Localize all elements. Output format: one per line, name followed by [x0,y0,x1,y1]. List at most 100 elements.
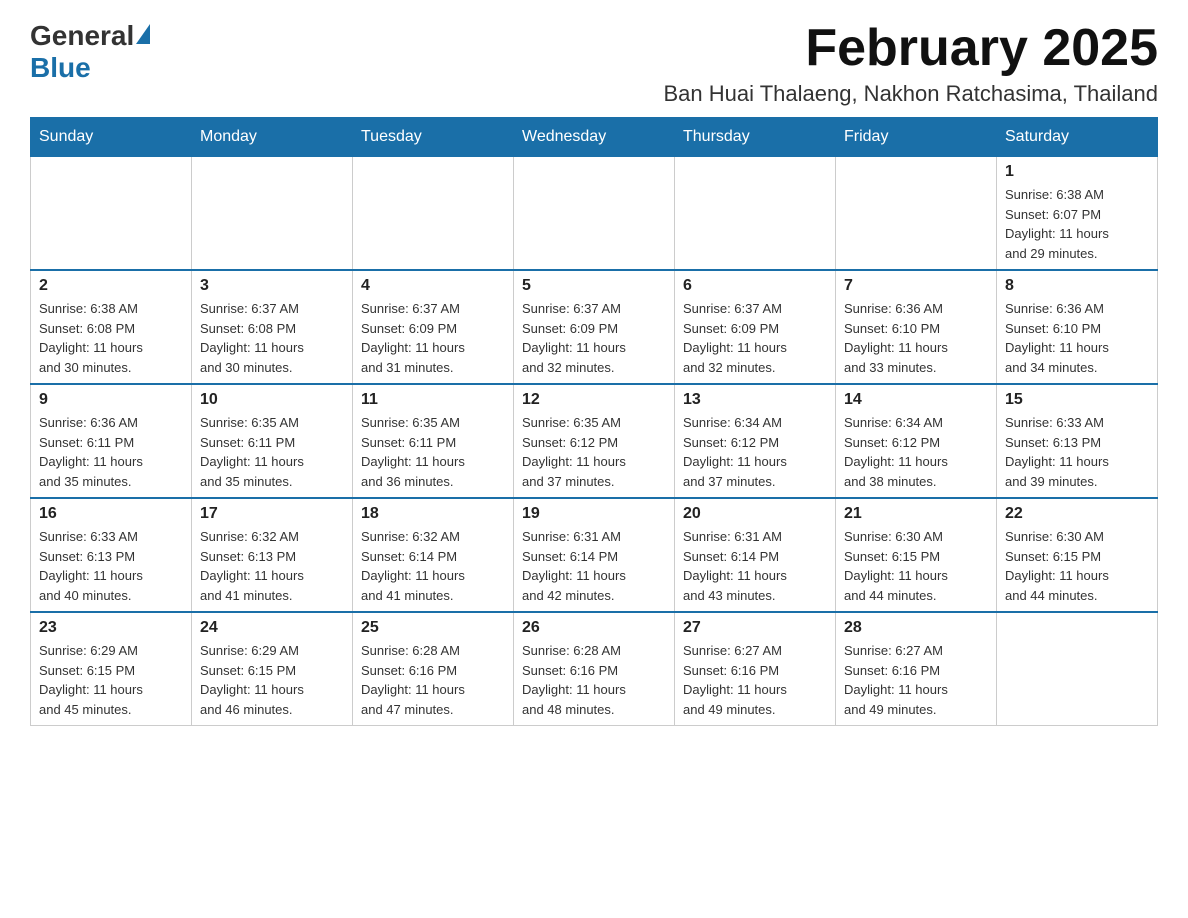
calendar-cell: 28 Sunrise: 6:27 AM Sunset: 6:16 PM Dayli… [836,612,997,726]
calendar-cell [353,157,514,271]
day-info: Sunrise: 6:36 AM Sunset: 6:11 PM Dayligh… [39,413,183,491]
day-number: 14 [844,391,988,409]
day-number: 10 [200,391,344,409]
calendar-cell: 21 Sunrise: 6:30 AM Sunset: 6:15 PM Dayli… [836,498,997,612]
calendar-cell [997,612,1158,726]
weekday-header-tuesday: Tuesday [353,118,514,157]
calendar-cell: 22 Sunrise: 6:30 AM Sunset: 6:15 PM Dayli… [997,498,1158,612]
day-number: 17 [200,505,344,523]
calendar-cell [31,157,192,271]
day-number: 22 [1005,505,1149,523]
calendar-cell [514,157,675,271]
day-number: 23 [39,619,183,637]
title-area: February 2025 Ban Huai Thalaeng, Nakhon … [664,20,1159,107]
day-number: 16 [39,505,183,523]
week-row-2: 2 Sunrise: 6:38 AM Sunset: 6:08 PM Daylig… [31,270,1158,384]
day-number: 27 [683,619,827,637]
logo-blue-text: Blue [30,52,91,83]
day-number: 15 [1005,391,1149,409]
day-info: Sunrise: 6:37 AM Sunset: 6:09 PM Dayligh… [361,299,505,377]
day-number: 28 [844,619,988,637]
day-info: Sunrise: 6:31 AM Sunset: 6:14 PM Dayligh… [683,527,827,605]
calendar-cell [192,157,353,271]
day-info: Sunrise: 6:36 AM Sunset: 6:10 PM Dayligh… [844,299,988,377]
day-info: Sunrise: 6:37 AM Sunset: 6:08 PM Dayligh… [200,299,344,377]
calendar-cell: 17 Sunrise: 6:32 AM Sunset: 6:13 PM Dayli… [192,498,353,612]
day-info: Sunrise: 6:34 AM Sunset: 6:12 PM Dayligh… [844,413,988,491]
day-info: Sunrise: 6:28 AM Sunset: 6:16 PM Dayligh… [361,641,505,719]
day-info: Sunrise: 6:35 AM Sunset: 6:11 PM Dayligh… [200,413,344,491]
calendar-cell: 27 Sunrise: 6:27 AM Sunset: 6:16 PM Dayli… [675,612,836,726]
location-title: Ban Huai Thalaeng, Nakhon Ratchasima, Th… [664,81,1159,107]
day-number: 3 [200,277,344,295]
day-number: 24 [200,619,344,637]
day-info: Sunrise: 6:30 AM Sunset: 6:15 PM Dayligh… [844,527,988,605]
day-info: Sunrise: 6:30 AM Sunset: 6:15 PM Dayligh… [1005,527,1149,605]
calendar-cell: 5 Sunrise: 6:37 AM Sunset: 6:09 PM Daylig… [514,270,675,384]
day-number: 6 [683,277,827,295]
calendar-cell: 15 Sunrise: 6:33 AM Sunset: 6:13 PM Dayli… [997,384,1158,498]
day-info: Sunrise: 6:32 AM Sunset: 6:14 PM Dayligh… [361,527,505,605]
day-info: Sunrise: 6:27 AM Sunset: 6:16 PM Dayligh… [683,641,827,719]
calendar-cell: 20 Sunrise: 6:31 AM Sunset: 6:14 PM Dayli… [675,498,836,612]
calendar-cell: 2 Sunrise: 6:38 AM Sunset: 6:08 PM Daylig… [31,270,192,384]
day-number: 1 [1005,163,1149,181]
month-title: February 2025 [664,20,1159,77]
calendar-cell: 13Sunrise: 6:34 AM Sunset: 6:12 PM Dayli… [675,384,836,498]
day-number: 20 [683,505,827,523]
day-info: Sunrise: 6:29 AM Sunset: 6:15 PM Dayligh… [200,641,344,719]
week-row-3: 9 Sunrise: 6:36 AM Sunset: 6:11 PM Daylig… [31,384,1158,498]
day-info: Sunrise: 6:31 AM Sunset: 6:14 PM Dayligh… [522,527,666,605]
day-number: 21 [844,505,988,523]
day-info: Sunrise: 6:33 AM Sunset: 6:13 PM Dayligh… [1005,413,1149,491]
day-info: Sunrise: 6:38 AM Sunset: 6:07 PM Dayligh… [1005,185,1149,263]
day-number: 7 [844,277,988,295]
day-number: 4 [361,277,505,295]
weekday-header-row: SundayMondayTuesdayWednesdayThursdayFrid… [31,118,1158,157]
calendar-cell: 11 Sunrise: 6:35 AM Sunset: 6:11 PM Dayli… [353,384,514,498]
day-info: Sunrise: 6:34 AM Sunset: 6:12 PM Dayligh… [683,413,827,491]
day-number: 5 [522,277,666,295]
day-number: 25 [361,619,505,637]
calendar-cell: 7 Sunrise: 6:36 AM Sunset: 6:10 PM Daylig… [836,270,997,384]
day-info: Sunrise: 6:32 AM Sunset: 6:13 PM Dayligh… [200,527,344,605]
day-number: 26 [522,619,666,637]
calendar-cell: 24 Sunrise: 6:29 AM Sunset: 6:15 PM Dayli… [192,612,353,726]
calendar-cell: 26Sunrise: 6:28 AM Sunset: 6:16 PM Dayli… [514,612,675,726]
day-info: Sunrise: 6:37 AM Sunset: 6:09 PM Dayligh… [522,299,666,377]
calendar-cell: 3 Sunrise: 6:37 AM Sunset: 6:08 PM Daylig… [192,270,353,384]
day-number: 11 [361,391,505,409]
calendar-cell: 6 Sunrise: 6:37 AM Sunset: 6:09 PM Daylig… [675,270,836,384]
calendar-cell: 23 Sunrise: 6:29 AM Sunset: 6:15 PM Dayli… [31,612,192,726]
day-info: Sunrise: 6:36 AM Sunset: 6:10 PM Dayligh… [1005,299,1149,377]
calendar-table: SundayMondayTuesdayWednesdayThursdayFrid… [30,117,1158,726]
calendar-cell [836,157,997,271]
day-info: Sunrise: 6:38 AM Sunset: 6:08 PM Dayligh… [39,299,183,377]
calendar-cell: 16 Sunrise: 6:33 AM Sunset: 6:13 PM Dayli… [31,498,192,612]
day-number: 9 [39,391,183,409]
calendar-cell: 8 Sunrise: 6:36 AM Sunset: 6:10 PM Daylig… [997,270,1158,384]
week-row-4: 16 Sunrise: 6:33 AM Sunset: 6:13 PM Dayli… [31,498,1158,612]
day-number: 8 [1005,277,1149,295]
calendar-cell: 14 Sunrise: 6:34 AM Sunset: 6:12 PM Dayli… [836,384,997,498]
day-info: Sunrise: 6:33 AM Sunset: 6:13 PM Dayligh… [39,527,183,605]
weekday-header-sunday: Sunday [31,118,192,157]
day-number: 18 [361,505,505,523]
day-info: Sunrise: 6:37 AM Sunset: 6:09 PM Dayligh… [683,299,827,377]
weekday-header-friday: Friday [836,118,997,157]
calendar-cell: 19 Sunrise: 6:31 AM Sunset: 6:14 PM Dayli… [514,498,675,612]
weekday-header-monday: Monday [192,118,353,157]
week-row-1: 1 Sunrise: 6:38 AM Sunset: 6:07 PM Daylig… [31,157,1158,271]
page-header: General Blue February 2025 Ban Huai Thal… [30,20,1158,107]
weekday-header-wednesday: Wednesday [514,118,675,157]
day-info: Sunrise: 6:35 AM Sunset: 6:12 PM Dayligh… [522,413,666,491]
day-number: 12 [522,391,666,409]
day-info: Sunrise: 6:29 AM Sunset: 6:15 PM Dayligh… [39,641,183,719]
logo: General Blue [30,20,152,84]
day-info: Sunrise: 6:35 AM Sunset: 6:11 PM Dayligh… [361,413,505,491]
day-info: Sunrise: 6:27 AM Sunset: 6:16 PM Dayligh… [844,641,988,719]
week-row-5: 23 Sunrise: 6:29 AM Sunset: 6:15 PM Dayli… [31,612,1158,726]
day-number: 2 [39,277,183,295]
calendar-cell [675,157,836,271]
day-number: 19 [522,505,666,523]
